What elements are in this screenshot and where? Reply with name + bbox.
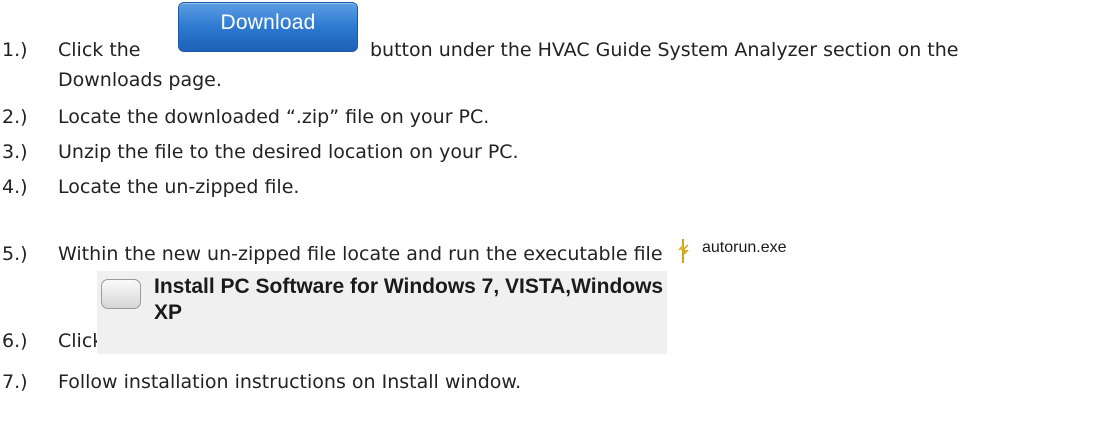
step-number: 5.): [2, 243, 28, 265]
step-number: 1.): [2, 39, 28, 61]
step-number: 7.): [2, 371, 28, 393]
step-text: Follow installation instructions on Inst…: [58, 371, 522, 393]
step-text: Locate the downloaded “.zip” file on you…: [58, 106, 490, 128]
step-text: Locate the un-zipped file.: [58, 176, 300, 198]
step-number: 6.): [2, 330, 28, 352]
executable-file-icon: [678, 239, 689, 263]
step-text: Unzip the file to the desired location o…: [58, 141, 519, 163]
executable-file-name[interactable]: autorun.exe: [702, 236, 787, 260]
step-number: 4.): [2, 176, 28, 198]
install-option-label: Install PC Software for Windows 7, VISTA…: [154, 275, 664, 324]
step-text-after: button under the HVAC Guide System Analy…: [370, 39, 959, 61]
instructions-page: 1.) Click the button under the HVAC Guid…: [0, 0, 1112, 427]
step-number: 2.): [2, 106, 28, 128]
step-number: 3.): [2, 141, 28, 163]
install-checkbox[interactable]: [101, 279, 141, 309]
step-text-before: Click the: [58, 39, 141, 61]
step-text: Within the new un-zipped file locate and…: [58, 243, 663, 265]
download-button[interactable]: Download: [178, 2, 358, 52]
install-option[interactable]: Install PC Software for Windows 7, VISTA…: [97, 271, 667, 354]
step-1-continuation: Downloads page.: [58, 69, 222, 91]
